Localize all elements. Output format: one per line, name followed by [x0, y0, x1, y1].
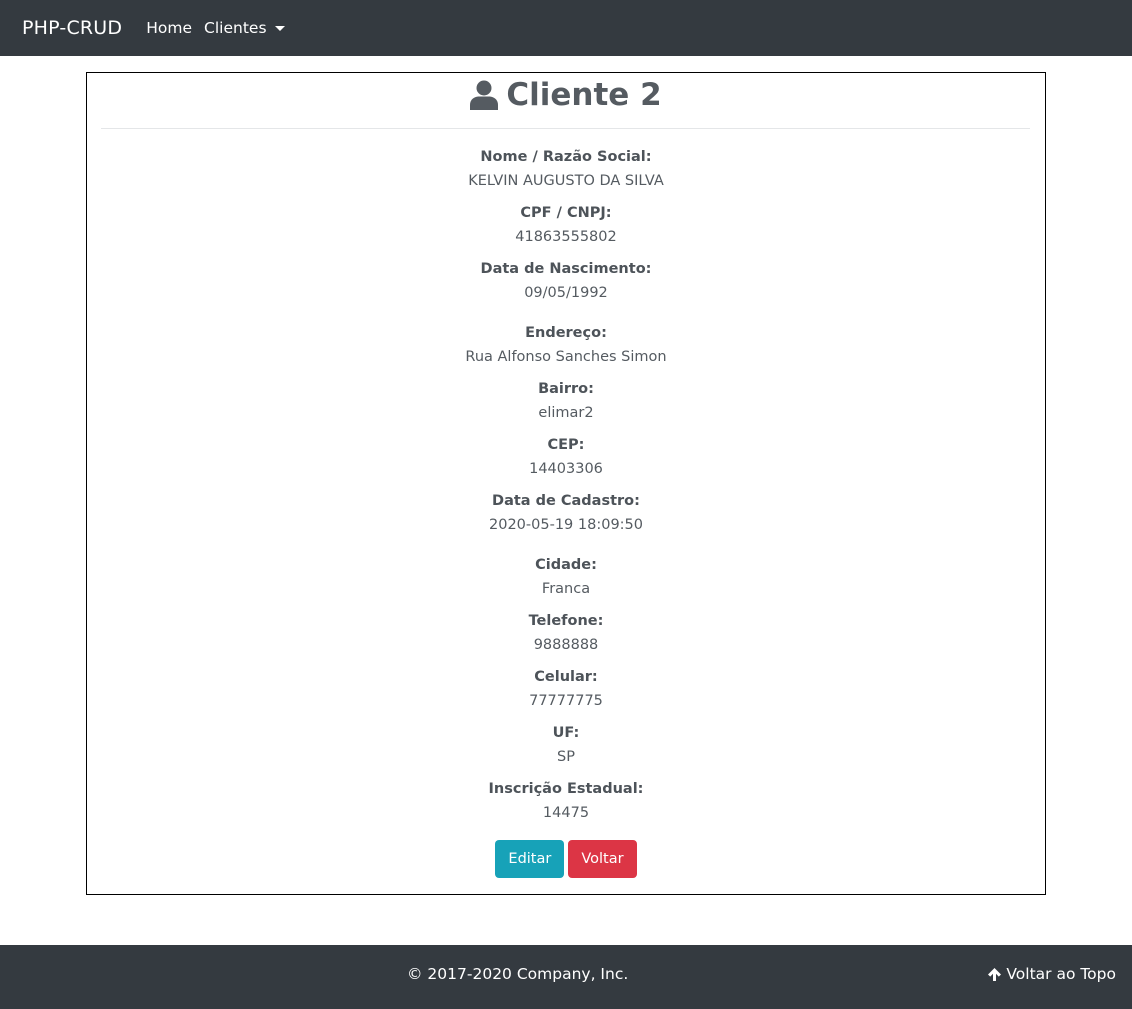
field-value: Rua Alfonso Sanches Simon: [465, 349, 667, 365]
action-buttons: Editar Voltar: [87, 840, 1045, 878]
field-uf: UF: SP: [87, 724, 1045, 766]
back-to-top-label: Voltar ao Topo: [1006, 965, 1116, 983]
field-cidade: Cidade: Franca: [87, 556, 1045, 598]
navbar: PHP-CRUD Home Clientes: [0, 0, 1132, 56]
field-label: Data de Cadastro:: [492, 493, 640, 509]
nav-home-link[interactable]: Home: [146, 19, 192, 37]
field-label: Nome / Razão Social:: [480, 149, 652, 165]
page-title-text: Cliente 2: [506, 77, 662, 113]
field-value: 14475: [542, 805, 590, 821]
field-cpf: CPF / CNPJ: 41863555802: [87, 204, 1045, 246]
field-value: 77777775: [529, 693, 603, 709]
field-inscricao-estadual: Inscrição Estadual: 14475: [87, 780, 1045, 822]
back-to-top-link[interactable]: Voltar ao Topo: [987, 965, 1116, 983]
field-label: UF:: [552, 725, 580, 741]
field-label: Data de Nascimento:: [480, 261, 652, 277]
field-bairro: Bairro: elimar2: [87, 380, 1045, 422]
brand-link[interactable]: PHP-CRUD: [22, 17, 122, 39]
field-value: 9888888: [533, 637, 599, 653]
nav-clientes-dropdown[interactable]: Clientes: [204, 19, 285, 37]
field-telefone: Telefone: 9888888: [87, 612, 1045, 654]
field-label: Bairro:: [538, 381, 594, 397]
edit-button[interactable]: Editar: [495, 840, 565, 878]
field-value: 14403306: [529, 461, 603, 477]
back-button[interactable]: Voltar: [568, 840, 637, 878]
field-value: SP: [557, 749, 575, 765]
footer: © 2017-2020 Company, Inc. Voltar ao Topo: [0, 945, 1132, 1009]
field-cadastro: Data de Cadastro: 2020-05-19 18:09:50: [87, 492, 1045, 534]
field-nome: Nome / Razão Social: KELVIN AUGUSTO DA S…: [87, 148, 1045, 190]
field-celular: Celular: 77777775: [87, 668, 1045, 710]
field-value: KELVIN AUGUSTO DA SILVA: [468, 173, 664, 189]
user-icon: [470, 80, 499, 110]
field-value: 2020-05-19 18:09:50: [489, 517, 643, 533]
field-value: 41863555802: [515, 229, 617, 245]
copyright-text: © 2017-2020 Company, Inc.: [407, 965, 629, 983]
field-label: Inscrição Estadual:: [488, 781, 644, 797]
arrow-up-icon: [988, 967, 1002, 981]
page-title: Cliente 2: [87, 77, 1045, 113]
field-nascimento: Data de Nascimento: 09/05/1992: [87, 260, 1045, 302]
field-value: elimar2: [538, 405, 594, 421]
caret-down-icon: [274, 25, 285, 31]
field-endereco: Endereço: Rua Alfonso Sanches Simon: [87, 324, 1045, 366]
field-value: Franca: [541, 581, 591, 597]
field-label: CPF / CNPJ:: [520, 205, 612, 221]
field-label: Endereço:: [525, 325, 607, 341]
field-value: 09/05/1992: [524, 285, 608, 301]
client-detail-card: Cliente 2 Nome / Razão Social: KELVIN AU…: [86, 72, 1046, 895]
title-divider: [101, 128, 1030, 129]
field-label: Cidade:: [535, 557, 597, 573]
nav-clientes-label: Clientes: [204, 19, 267, 37]
field-label: Telefone:: [528, 613, 604, 629]
field-label: Celular:: [534, 669, 598, 685]
field-cep: CEP: 14403306: [87, 436, 1045, 478]
field-label: CEP:: [547, 437, 585, 453]
